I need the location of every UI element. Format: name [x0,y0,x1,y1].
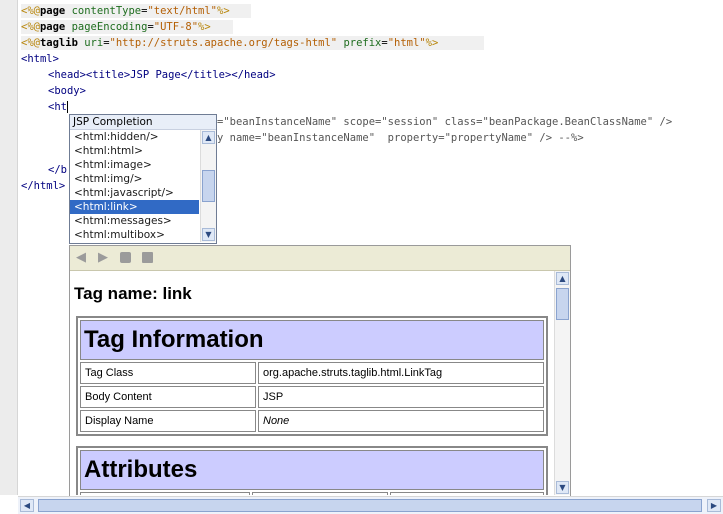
scroll-left-icon[interactable]: ◀ [20,499,34,512]
row-label: Tag Class [80,362,256,384]
completion-item[interactable]: <html:messages> [70,214,199,228]
attributes-table: Attributes [76,446,548,495]
completion-scrollbar[interactable]: ▲ ▼ [200,130,216,242]
open-in-browser-icon[interactable] [120,252,131,263]
completion-list[interactable]: <html:hidden/> <html:html> <html:image> … [70,130,199,242]
tag-information-table: Tag Information Tag Class org.apache.str… [76,316,548,436]
documentation-popup[interactable]: ◀ ▶ Tag name: link Tag Information Tag C… [69,245,571,497]
scroll-up-icon[interactable]: ▲ [202,131,215,144]
scroll-up-icon[interactable]: ▲ [556,272,569,285]
open-source-icon[interactable] [142,252,153,263]
code-line-9-fragment: y name="beanInstanceName" property="prop… [217,132,584,144]
code-line-11: </html> [21,180,66,192]
table-row: Tag Class org.apache.struts.taglib.html.… [80,362,544,384]
table-cell [80,492,250,495]
scroll-down-icon[interactable]: ▼ [556,481,569,494]
row-value: JSP [258,386,544,408]
code-line-3: <%@taglib uri="http://struts.apache.org/… [21,36,484,50]
horizontal-scroll-thumb[interactable] [38,499,702,512]
completion-item[interactable]: <html:hidden/> [70,130,199,144]
attributes-heading: Attributes [80,450,544,490]
table-row [80,492,544,495]
table-row: Display Name None [80,410,544,432]
completion-item[interactable]: <html:multibox> [70,228,199,242]
doc-scrollbar[interactable]: ▲ ▼ [554,271,570,495]
code-line-7: <ht [48,101,68,113]
code-line-4: <html> [21,53,59,65]
completion-item-selected[interactable]: <html:link> [70,200,199,214]
row-label: Body Content [80,386,256,408]
doc-content: Tag name: link Tag Information Tag Class… [70,271,553,495]
table-row: Body Content JSP [80,386,544,408]
doc-scroll-thumb[interactable] [556,288,569,320]
table-cell [252,492,388,495]
row-value: None [258,410,544,432]
doc-tag-name: Tag name: link [74,284,192,303]
row-value: org.apache.struts.taglib.html.LinkTag [258,362,544,384]
doc-toolbar: ◀ ▶ [70,246,570,271]
forward-arrow-icon[interactable]: ▶ [98,251,108,265]
text-caret [66,101,68,113]
code-line-8-fragment: ="beanInstanceName" scope="session" clas… [217,116,673,128]
code-line-1: <%@page contentType="text/html"%> [21,4,251,18]
completion-item[interactable]: <html:javascript/> [70,186,199,200]
scroll-right-icon[interactable]: ▶ [707,499,721,512]
editor-horizontal-scrollbar[interactable]: ◀ ▶ [18,496,723,514]
code-line-2: <%@page pageEncoding="UTF-8"%> [21,20,233,34]
table-cell [390,492,544,495]
completion-item[interactable]: <html:html> [70,144,199,158]
completion-item[interactable]: <html:image> [70,158,199,172]
editor-gutter [0,0,18,495]
row-label: Display Name [80,410,256,432]
completion-item[interactable]: <html:img/> [70,172,199,186]
code-line-5: <head><title>JSP Page</title></head> [48,69,276,81]
completion-scroll-thumb[interactable] [202,170,215,202]
completion-header: JSP Completion [70,115,216,130]
back-arrow-icon[interactable]: ◀ [76,251,86,265]
completion-popup[interactable]: JSP Completion <html:hidden/> <html:html… [69,114,217,244]
code-line-6: <body> [48,85,86,97]
scroll-down-icon[interactable]: ▼ [202,228,215,241]
code-line-10: </b [48,164,67,176]
tag-information-heading: Tag Information [80,320,544,360]
